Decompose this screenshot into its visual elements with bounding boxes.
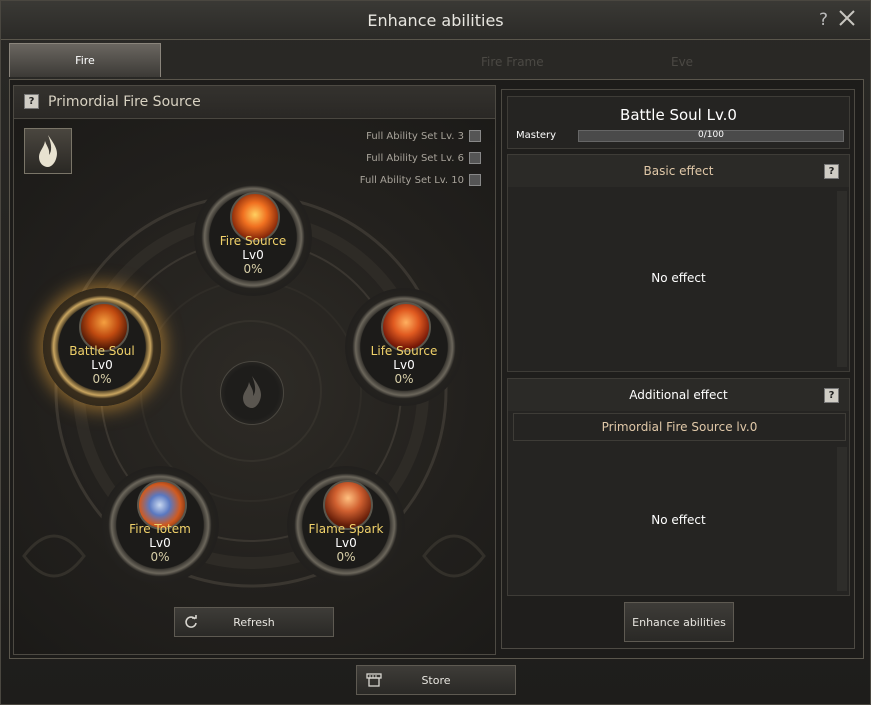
node-name: Fire Totem [129, 522, 191, 536]
store-button[interactable]: Store [356, 665, 516, 695]
close-icon[interactable] [838, 9, 856, 27]
node-level: Lv0 [242, 248, 264, 262]
skill-summary: Battle Soul Lv.0 Mastery 0/100 [507, 96, 850, 149]
refresh-label: Refresh [233, 616, 275, 629]
node-percent: 0% [336, 550, 356, 564]
ability-node-fire-totem[interactable]: Fire Totem Lv0 0% [101, 466, 219, 584]
node-name: Flame Spark [308, 522, 384, 536]
help-icon[interactable]: ? [819, 10, 828, 30]
set-bonus-lv6: Full Ability Set Lv. 6 [366, 152, 481, 164]
basic-effect-header: Basic effect ? [508, 155, 849, 187]
set-bonus-label: Full Ability Set Lv. 3 [366, 130, 464, 142]
set-bonus-lv10: Full Ability Set Lv. 10 [360, 174, 481, 186]
store-label: Store [421, 674, 451, 687]
fire-element-button[interactable] [24, 128, 72, 174]
skill-title: Battle Soul Lv.0 [620, 106, 737, 124]
node-level: Lv0 [335, 536, 357, 550]
flame-icon [243, 376, 262, 408]
mastery-value: 0/100 [698, 130, 724, 140]
help-icon[interactable]: ? [824, 388, 839, 403]
basic-effect-title: Basic effect [643, 164, 714, 178]
additional-effect-scrollbar[interactable] [837, 447, 847, 591]
additional-effect-box: Additional effect ? Primordial Fire Sour… [507, 378, 850, 596]
ability-detail-panel: Battle Soul Lv.0 Mastery 0/100 Basic eff… [501, 89, 855, 649]
additional-effect-title: Additional effect [629, 388, 728, 402]
tab-fire[interactable]: Fire [9, 43, 161, 77]
ghost-text-right: Eve [671, 55, 694, 69]
basic-effect-box: Basic effect ? No effect [507, 154, 850, 372]
node-percent: 0% [243, 262, 263, 276]
additional-effect-header: Additional effect ? [508, 379, 849, 411]
mastery-label: Mastery [516, 130, 557, 141]
node-name: Fire Source [219, 234, 287, 248]
set-bonus-checkbox [469, 152, 481, 164]
window-title: Enhance abilities [367, 11, 504, 30]
enhance-abilities-window: Enhance abilities ? Fire Frame Eve Fire … [0, 0, 871, 705]
node-level: Lv0 [393, 358, 415, 372]
ghost-text-left: Fire Frame [481, 55, 544, 69]
mastery-bar: 0/100 [578, 130, 844, 142]
set-bonus-checkbox [469, 130, 481, 142]
node-level: Lv0 [149, 536, 171, 550]
node-name: Battle Soul [69, 344, 135, 358]
node-name: Life Source [370, 344, 438, 358]
ability-tree-panel: ? Primordial Fire Source Full Ability Se… [13, 85, 496, 655]
flame-icon [39, 135, 58, 167]
store-icon [366, 673, 382, 687]
set-bonus-checkbox [469, 174, 481, 186]
set-bonus-lv3: Full Ability Set Lv. 3 [366, 130, 481, 142]
ability-node-battle-soul[interactable]: Battle Soul Lv0 0% [43, 288, 161, 406]
refresh-button[interactable]: Refresh [174, 607, 334, 637]
center-emblem [220, 361, 284, 425]
additional-effect-source: Primordial Fire Source lv.0 [513, 413, 846, 441]
basic-effect-scrollbar[interactable] [837, 191, 847, 367]
title-bar: Enhance abilities ? [1, 1, 870, 40]
help-icon[interactable]: ? [824, 164, 839, 179]
set-bonus-label: Full Ability Set Lv. 6 [366, 152, 464, 164]
basic-effect-text: No effect [651, 271, 706, 285]
node-level: Lv0 [91, 358, 113, 372]
ability-node-life-source[interactable]: Life Source Lv0 0% [345, 288, 463, 406]
ability-node-fire-source[interactable]: Fire Source Lv0 0% [194, 178, 312, 296]
ability-node-flame-spark[interactable]: Flame Spark Lv0 0% [287, 466, 405, 584]
node-percent: 0% [92, 372, 112, 386]
node-percent: 0% [150, 550, 170, 564]
refresh-icon [185, 615, 197, 628]
node-percent: 0% [394, 372, 414, 386]
enhance-abilities-button[interactable]: Enhance abilities [624, 602, 734, 642]
set-bonus-label: Full Ability Set Lv. 10 [359, 174, 464, 186]
additional-effect-text: No effect [651, 513, 706, 527]
